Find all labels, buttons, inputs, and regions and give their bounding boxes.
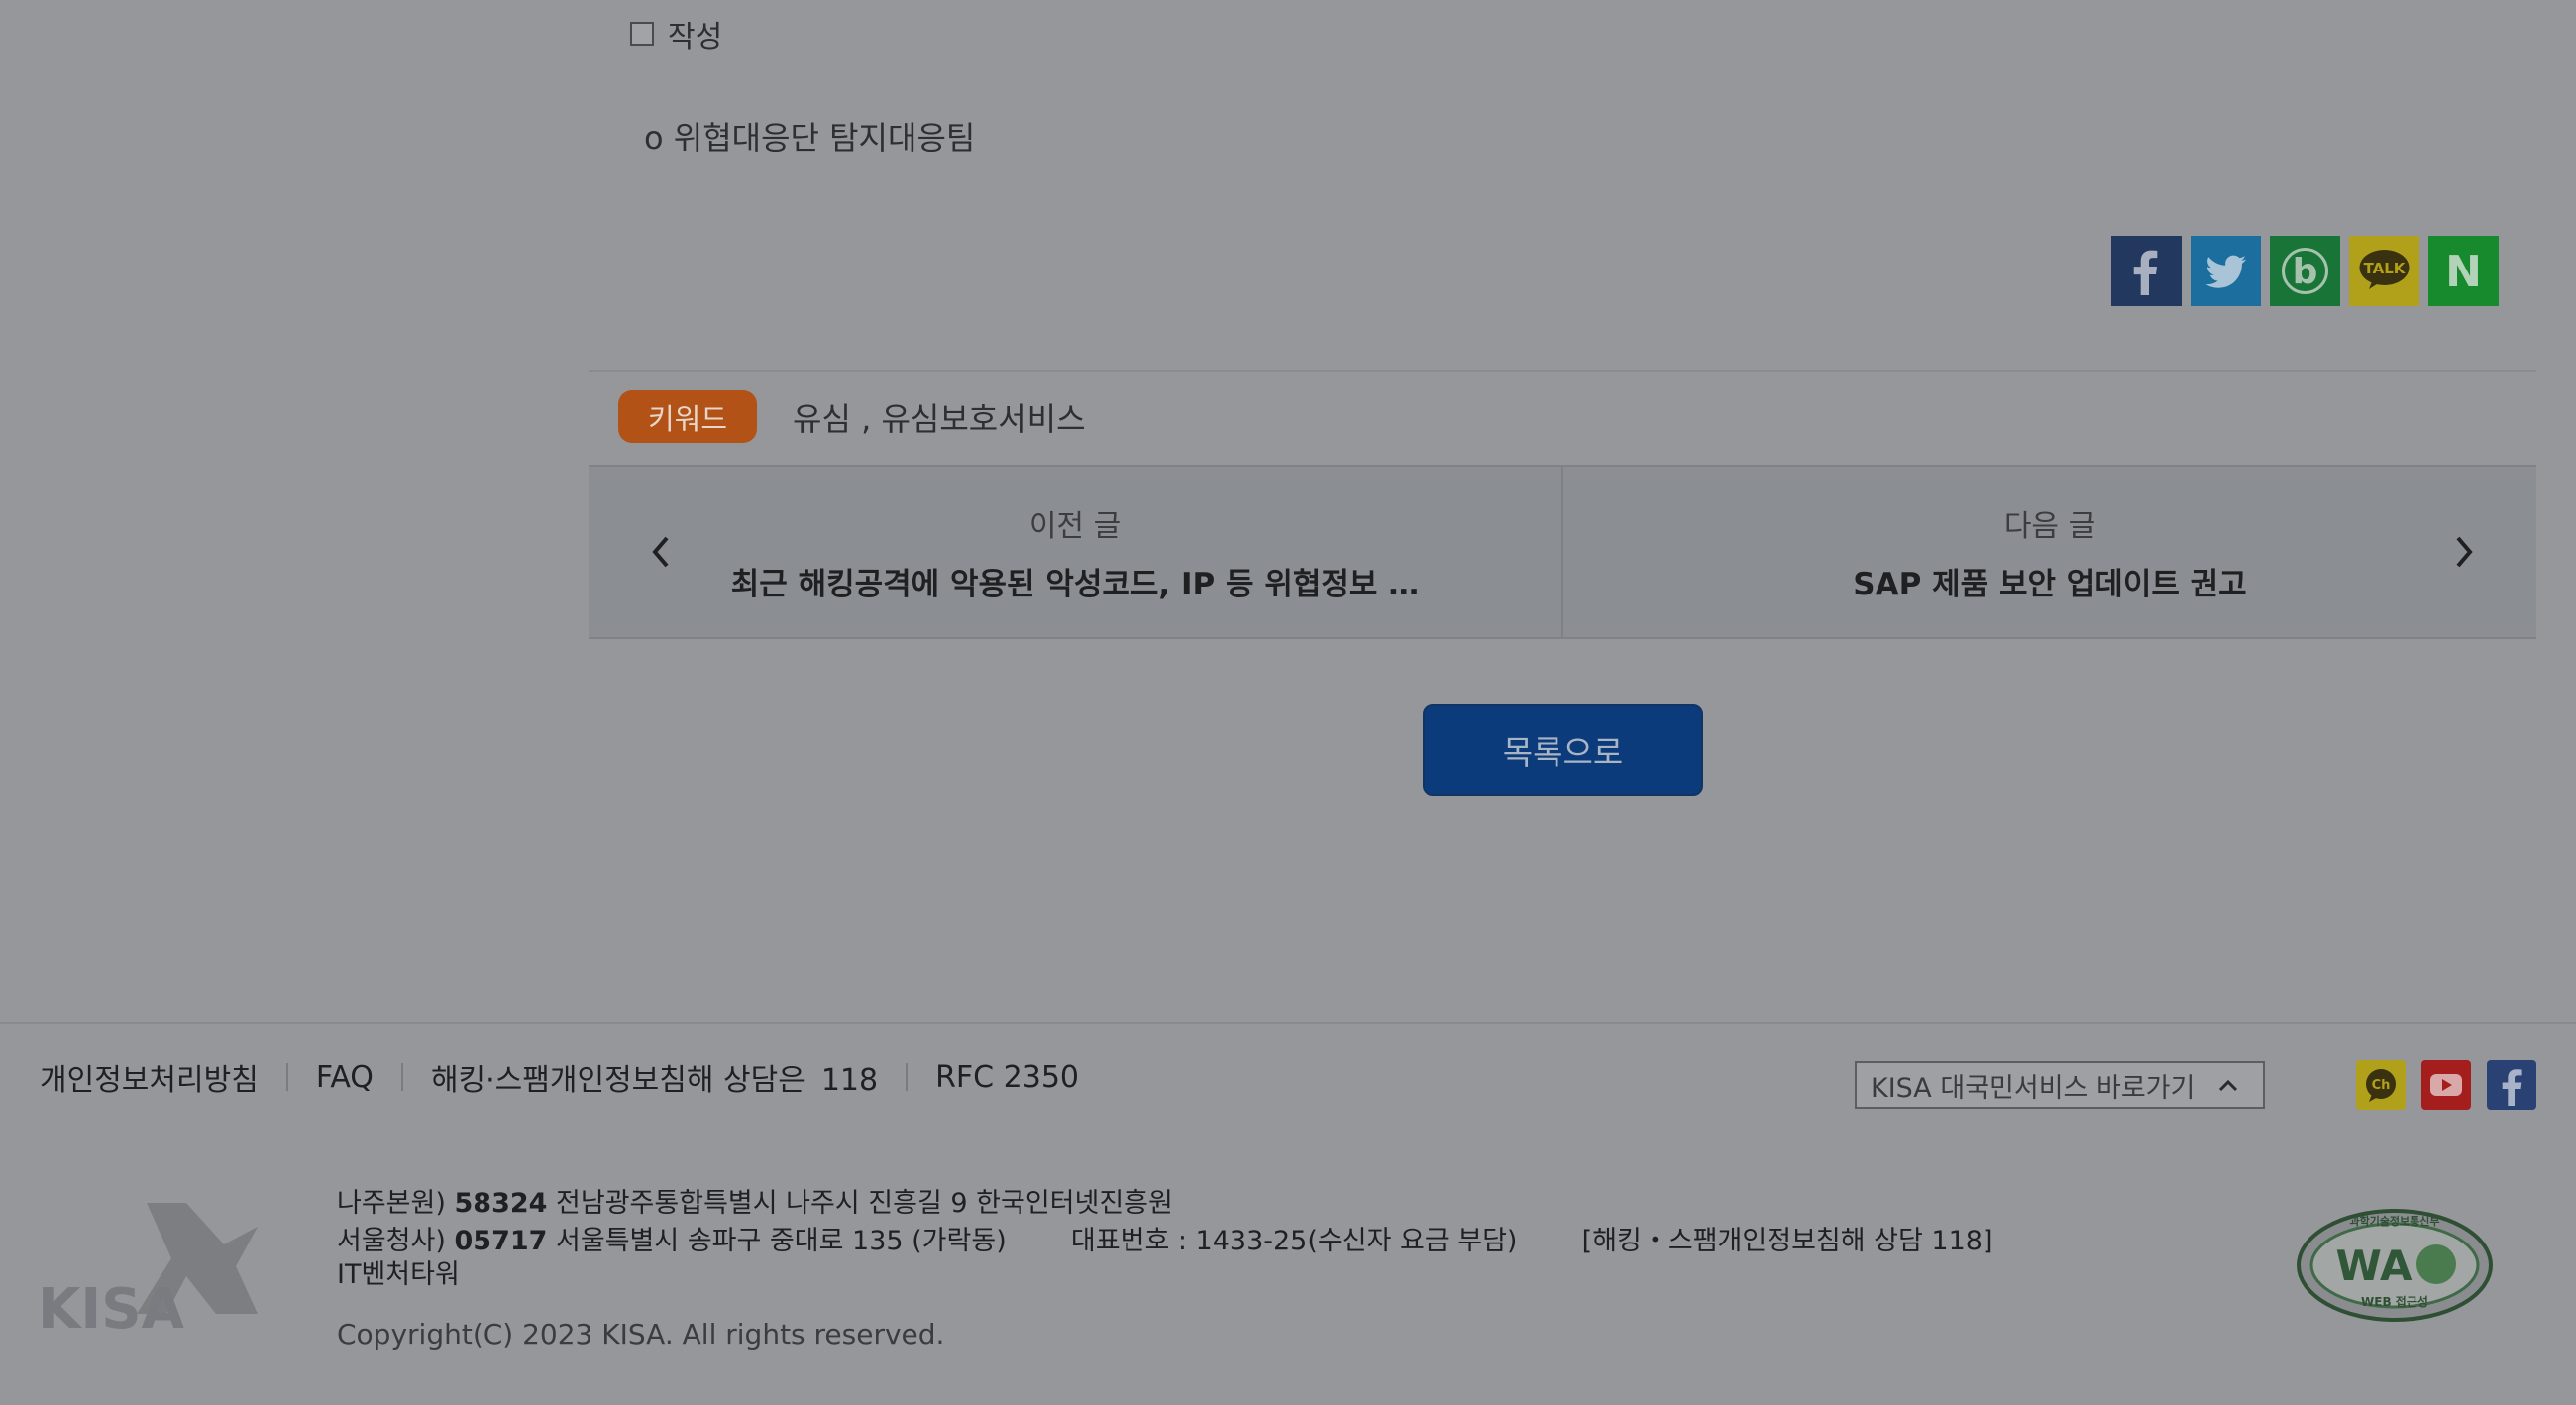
- kakaotalk-share-button[interactable]: TALK: [2349, 236, 2419, 306]
- link-separator: [285, 1063, 288, 1091]
- team-line: o 위협대응단 탐지대응팀: [644, 119, 976, 157]
- footer-address: 나주본원) 58324 전남광주통합특별시 나주시 진흥길 9 한국인터넷진흥원…: [337, 1185, 1993, 1290]
- link-separator: [400, 1063, 403, 1091]
- talk-text: TALK: [2364, 260, 2407, 277]
- footer-divider: [0, 1022, 2576, 1024]
- naver-share-button[interactable]: N: [2428, 236, 2499, 306]
- copyright: Copyright(C) 2023 KISA. All rights reser…: [337, 1318, 945, 1351]
- band-icon: b: [2270, 236, 2340, 306]
- facebook-link[interactable]: [2487, 1060, 2536, 1110]
- checkbox-icon: [630, 22, 654, 46]
- checkbox-row: 작성: [630, 12, 722, 55]
- kisa-logo: KISA: [38, 1203, 258, 1336]
- footer-links: 개인정보처리방침 FAQ 해킹·스팸개인정보침해 상담은 118 RFC 2350: [40, 1055, 1079, 1099]
- naju-address: 나주본원) 58324 전남광주통합특별시 나주시 진흥길 9 한국인터넷진흥원: [337, 1185, 1993, 1223]
- main-phone: 대표번호 : 1433-25(수신자 요금 부담): [1070, 1226, 1518, 1256]
- kakao-channel-icon: Ch: [2356, 1060, 2406, 1110]
- wa-main-text: WA: [2336, 1242, 2413, 1290]
- naju-zip: 58324: [454, 1188, 548, 1219]
- prev-post-link[interactable]: 이전 글 최근 해킹공격에 악용된 악성코드, IP 등 위협정보 …: [589, 467, 1561, 637]
- next-post-link[interactable]: 다음 글 SAP 제품 보안 업데이트 권고: [1561, 467, 2536, 637]
- divider: [589, 370, 2536, 372]
- checkbox-label: 작성: [668, 20, 723, 54]
- privacy-policy-link[interactable]: 개인정보처리방침: [40, 1055, 259, 1099]
- kisa-logo-text: KISA: [38, 1277, 185, 1336]
- list-button[interactable]: 목록으로: [1423, 704, 1703, 796]
- channel-text: Ch: [2372, 1078, 2391, 1093]
- hacking-report-number: 118: [820, 1063, 879, 1098]
- prev-post-title: 최근 해킹공격에 악용된 악성코드, IP 등 위협정보 …: [730, 566, 1420, 602]
- keyword-text: 유심 , 유심보호서비스: [793, 399, 1086, 438]
- kakao-channel-link[interactable]: Ch: [2356, 1060, 2406, 1110]
- facebook-share-button[interactable]: [2111, 236, 2182, 306]
- naver-icon: N: [2428, 236, 2499, 306]
- facebook-icon: [2111, 236, 2182, 306]
- chevron-left-icon: [652, 536, 669, 568]
- naju-prefix: 나주본원): [337, 1188, 446, 1219]
- footer-social: Ch: [2356, 1060, 2536, 1110]
- building-name: IT벤처타워: [337, 1259, 460, 1290]
- share-buttons: b TALK N: [2111, 236, 2499, 306]
- facebook-icon: [2487, 1060, 2536, 1110]
- twitter-icon: [2191, 236, 2261, 306]
- post-navigation: 이전 글 최근 해킹공격에 악용된 악성코드, IP 등 위협정보 … 다음 글…: [589, 465, 2536, 639]
- keyword-row: 키워드 유심 , 유심보호서비스: [618, 390, 1086, 443]
- prev-post-label: 이전 글: [1028, 508, 1122, 544]
- site-select-dropdown[interactable]: KISA 대국민서비스 바로가기: [1855, 1061, 2265, 1109]
- wa-sub-text: WEB 접근성: [2361, 1295, 2428, 1309]
- hacking-hotline: [해킹・스팸개인정보침해 상담 118]: [1581, 1226, 1993, 1256]
- youtube-icon: [2421, 1060, 2471, 1110]
- seoul-address: 서울청사) 05717 서울특별시 송파구 중대로 135 (가락동) 대표번호…: [337, 1223, 1993, 1260]
- twitter-share-button[interactable]: [2191, 236, 2261, 306]
- wa-certification-badge: 과학기술정보통신부 WA WEB 접근성: [2295, 1207, 2495, 1324]
- wa-top-text: 과학기술정보통신부: [2349, 1214, 2439, 1228]
- chevron-right-icon: [2456, 536, 2473, 568]
- next-post-label: 다음 글: [2003, 508, 2096, 544]
- seoul-prefix: 서울청사): [337, 1226, 446, 1256]
- band-share-button[interactable]: b: [2270, 236, 2340, 306]
- site-select-label: KISA 대국민서비스 바로가기: [1871, 1072, 2196, 1104]
- hacking-report-link[interactable]: 해킹·스팸개인정보침해 상담은 118: [431, 1055, 878, 1099]
- hacking-report-label: 해킹·스팸개인정보침해 상담은: [430, 1063, 805, 1098]
- wa-mark-icon: 과학기술정보통신부 WA WEB 접근성: [2297, 1209, 2493, 1322]
- naju-addr: 전남광주통합특별시 나주시 진흥길 9 한국인터넷진흥원: [556, 1188, 1173, 1219]
- band-text: b: [2293, 252, 2318, 292]
- faq-link[interactable]: FAQ: [316, 1060, 374, 1095]
- next-post-title: SAP 제품 보안 업데이트 권고: [1853, 566, 2247, 602]
- youtube-link[interactable]: [2421, 1060, 2471, 1110]
- kakaotalk-icon: TALK: [2349, 236, 2419, 306]
- rfc-link[interactable]: RFC 2350: [935, 1060, 1079, 1095]
- seoul-addr: 서울특별시 송파구 중대로 135 (가락동): [556, 1226, 1007, 1256]
- seoul-zip: 05717: [454, 1226, 548, 1256]
- naver-text: N: [2445, 247, 2482, 297]
- chevron-up-icon: [2218, 1079, 2238, 1092]
- link-separator: [906, 1063, 909, 1091]
- keyword-badge: 키워드: [618, 390, 758, 443]
